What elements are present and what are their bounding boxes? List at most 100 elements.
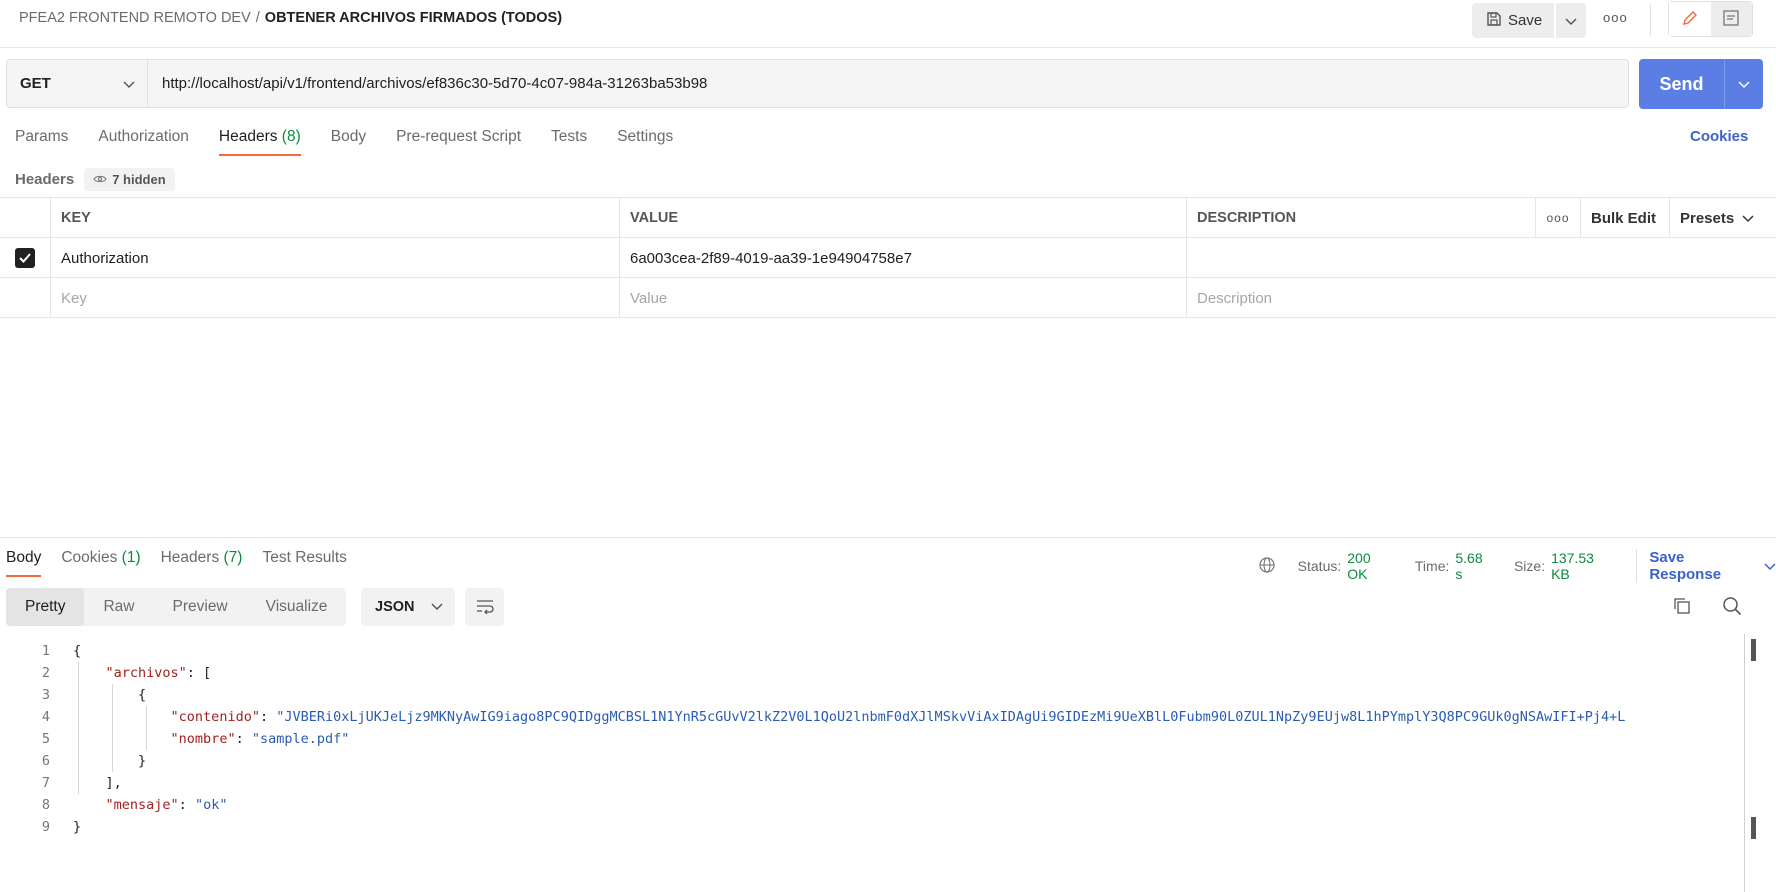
send-options-button[interactable] (1725, 59, 1763, 109)
view-mode-tabs: Pretty Raw Preview Visualize (6, 588, 347, 626)
tab-label: Cookies (61, 549, 118, 566)
tab-authorization[interactable]: Authorization (98, 128, 188, 156)
status-label: Status: (1297, 558, 1342, 574)
tab-label: Test Results (262, 549, 347, 566)
value-input[interactable]: Value (619, 278, 1186, 318)
size-value[interactable]: 137.53 KB (1551, 550, 1614, 582)
table-row: Authorization 6a003cea-2f89-4019-aa39-1e… (0, 238, 1776, 278)
format-label: JSON (375, 599, 415, 615)
tab-settings[interactable]: Settings (617, 128, 673, 156)
scrollbar-thumb[interactable] (1751, 639, 1756, 661)
json-punctuation (73, 731, 171, 747)
send-button[interactable]: Send (1639, 59, 1725, 109)
search-icon[interactable] (1722, 596, 1742, 619)
response-meta: Status: 200 OK Time: 5.68 s Size: 137.53… (1258, 549, 1776, 583)
tab-pre-request-script[interactable]: Pre-request Script (396, 128, 521, 156)
vertical-scrollbar[interactable] (1744, 634, 1745, 892)
line-number: 9 (41, 819, 50, 835)
line-number: 2 (41, 665, 50, 681)
time-value[interactable]: 5.68 s (1455, 550, 1492, 582)
header-value[interactable]: 6a003cea-2f89-4019-aa39-1e94904758e7 (619, 238, 1186, 278)
view-tab-visualize[interactable]: Visualize (247, 588, 347, 626)
json-punctuation: : (178, 797, 195, 813)
json-punctuation (73, 665, 106, 681)
format-select[interactable]: JSON (361, 588, 455, 626)
json-key: "mensaje" (105, 797, 179, 813)
header-description[interactable] (1186, 238, 1776, 278)
save-button[interactable]: Save (1472, 3, 1554, 38)
table-row-empty: Key Value Description (0, 278, 1776, 318)
edit-mode-button[interactable] (1669, 2, 1711, 36)
json-punctuation: ], (73, 775, 122, 791)
view-tab-raw[interactable]: Raw (84, 588, 153, 626)
save-label: Save (1508, 12, 1543, 29)
more-icon[interactable]: ooo (1603, 10, 1628, 25)
header-key[interactable]: Authorization (50, 238, 619, 278)
code-line: 7 ], (0, 772, 1748, 794)
tab-count: (7) (223, 549, 243, 566)
chevron-down-icon (1742, 210, 1754, 227)
tab-tests[interactable]: Tests (551, 128, 587, 156)
json-punctuation: : [ (186, 665, 212, 681)
response-tab-headers[interactable]: Headers (7) (161, 549, 243, 577)
breadcrumb-request-name[interactable]: OBTENER ARCHIVOS FIRMADOS (TODOS) (265, 10, 562, 26)
tab-label: Body (6, 549, 42, 566)
bulk-edit-button[interactable]: Bulk Edit (1580, 198, 1669, 238)
tab-body[interactable]: Body (331, 128, 366, 156)
tab-headers[interactable]: Headers (8) (218, 128, 301, 156)
json-punctuation: : (235, 731, 252, 747)
status-value[interactable]: 200 OK (1347, 550, 1393, 582)
save-icon (1486, 11, 1502, 31)
response-body-code[interactable]: 1{2 "archivos": [3 {4 "contenido": "JVBE… (0, 640, 1748, 838)
more-icon[interactable]: ooo (1535, 198, 1580, 238)
line-number: 7 (41, 775, 50, 791)
code-text: "archivos": [ (73, 662, 1743, 684)
save-options-button[interactable] (1556, 3, 1586, 38)
view-tab-pretty[interactable]: Pretty (6, 588, 85, 626)
copy-icon[interactable] (1673, 597, 1691, 618)
response-tab-test-results[interactable]: Test Results (262, 549, 346, 577)
hidden-count: 7 hidden (112, 172, 166, 187)
breadcrumb-collection[interactable]: PFEA2 FRONTEND REMOTO DEV (19, 10, 251, 26)
comments-mode-button[interactable] (1710, 2, 1752, 36)
column-description: DESCRIPTION (1186, 198, 1535, 238)
code-line: 1{ (0, 640, 1748, 662)
key-input[interactable]: Key (50, 278, 619, 318)
code-text: { (73, 684, 1743, 706)
url-input[interactable]: http://localhost/api/v1/frontend/archivo… (148, 75, 707, 92)
request-tabs: Params Authorization Headers (8) Body Pr… (15, 128, 703, 156)
hidden-headers-toggle[interactable]: 7 hidden (84, 168, 175, 191)
json-punctuation: { (73, 687, 147, 703)
save-response-button[interactable]: Save Response (1636, 549, 1776, 583)
scrollbar-thumb[interactable] (1751, 817, 1756, 839)
globe-icon[interactable] (1258, 556, 1276, 577)
response-tab-cookies[interactable]: Cookies (1) (61, 549, 140, 577)
headers-table: KEY VALUE DESCRIPTION ooo Bulk Edit Pres… (0, 197, 1776, 318)
response-tab-body[interactable]: Body (6, 549, 42, 577)
presets-dropdown[interactable]: Presets (1669, 198, 1776, 238)
method-select[interactable]: GET (7, 60, 148, 107)
size-label: Size: (1513, 558, 1546, 574)
description-input[interactable]: Description (1186, 278, 1776, 318)
save-group: Save (1472, 3, 1586, 38)
chevron-down-icon (1565, 13, 1577, 29)
tab-params[interactable]: Params (15, 128, 68, 156)
send-group: Send (1639, 59, 1763, 109)
row-checkbox[interactable] (0, 238, 50, 278)
code-lines: 1{2 "archivos": [3 {4 "contenido": "JVBE… (0, 640, 1748, 838)
response-divider[interactable] (0, 537, 1776, 538)
table-header-row: KEY VALUE DESCRIPTION ooo Bulk Edit Pres… (0, 198, 1776, 238)
cookies-link[interactable]: Cookies (1690, 128, 1748, 145)
column-value: VALUE (619, 198, 1186, 238)
wrap-lines-icon (475, 598, 495, 617)
request-bar: GET http://localhost/api/v1/frontend/arc… (6, 59, 1629, 108)
tab-label: Pre-request Script (396, 128, 522, 145)
breadcrumb: PFEA2 FRONTEND REMOTO DEV / OBTENER ARCHIV… (19, 10, 562, 26)
code-line: 9} (0, 816, 1748, 838)
json-key: "archivos" (105, 665, 187, 681)
wrap-lines-button[interactable] (465, 588, 504, 626)
view-tab-preview[interactable]: Preview (154, 588, 247, 626)
row-checkbox-empty (0, 278, 50, 318)
tab-count: (8) (281, 128, 301, 145)
line-number: 6 (41, 753, 50, 769)
